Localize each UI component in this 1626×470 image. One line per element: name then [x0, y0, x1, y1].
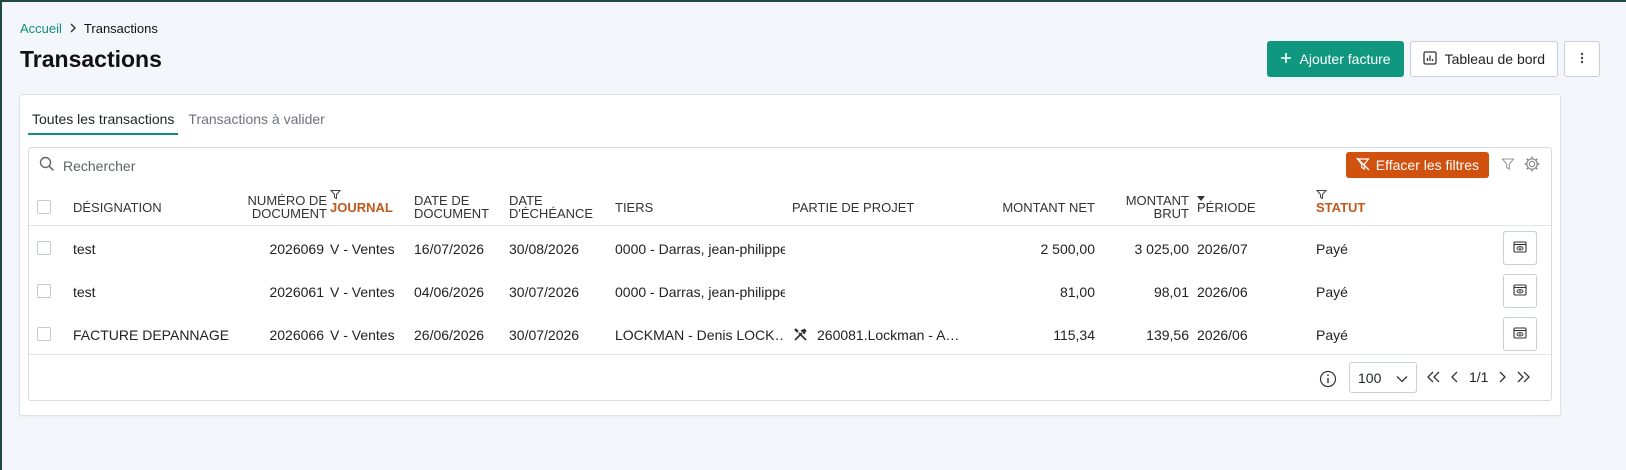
- cell-numero: 2026066: [269, 327, 324, 343]
- search-input[interactable]: [63, 157, 363, 174]
- col-date-echeance-line2: d'échéance: [509, 206, 594, 221]
- filter-icon[interactable]: [1501, 157, 1515, 174]
- page-indicator: 1/1: [1469, 369, 1489, 385]
- search-bar: [39, 156, 363, 175]
- cell-numero: 2026069: [269, 241, 324, 257]
- cell-periode: 2026/07: [1197, 241, 1248, 257]
- cell-montant-brut: 3 025,00: [1134, 241, 1190, 257]
- more-options-button[interactable]: [1564, 41, 1600, 77]
- cell-statut: Payé: [1316, 284, 1348, 300]
- cell-montant-brut: 98,01: [1153, 284, 1189, 300]
- view-document-button[interactable]: [1503, 317, 1537, 351]
- clear-filters-label: Effacer les filtres: [1375, 157, 1479, 173]
- cell-statut: Payé: [1316, 327, 1348, 343]
- cell-journal: V - Ventes: [330, 284, 395, 300]
- search-icon: [39, 156, 55, 175]
- chevron-down-icon: [1396, 370, 1408, 386]
- add-invoice-label: Ajouter facture: [1299, 51, 1391, 67]
- col-journal[interactable]: Journal: [330, 201, 393, 214]
- select-all-checkbox[interactable]: [37, 200, 51, 214]
- table-row[interactable]: test 2026061 V - Ventes 04/06/2026 30/07…: [29, 270, 1551, 313]
- cell-tiers: 0000 - Darras, jean-philippe: [615, 241, 785, 257]
- previous-page-icon[interactable]: [1451, 371, 1459, 383]
- cell-designation: FACTURE DEPANNAGE: [73, 327, 230, 343]
- row-checkbox[interactable]: [37, 327, 51, 341]
- cell-montant-brut: 139,56: [1146, 327, 1189, 343]
- col-montant-brut[interactable]: Montant brut: [1105, 194, 1189, 220]
- cell-date-echeance: 30/08/2026: [509, 241, 580, 257]
- col-periode[interactable]: Période: [1197, 201, 1256, 214]
- col-tiers[interactable]: Tiers: [615, 201, 653, 214]
- cell-montant-net: 2 500,00: [1040, 241, 1096, 257]
- more-vertical-icon: [1580, 51, 1584, 68]
- cell-numero: 2026061: [269, 284, 324, 300]
- last-page-icon[interactable]: [1516, 371, 1531, 383]
- info-icon[interactable]: [1319, 370, 1337, 391]
- cell-periode: 2026/06: [1197, 327, 1248, 343]
- col-date-document[interactable]: Date de document: [414, 194, 489, 220]
- cell-date-echeance: 30/07/2026: [509, 284, 580, 300]
- add-invoice-button[interactable]: Ajouter facture: [1266, 41, 1404, 77]
- cell-date-document: 16/07/2026: [414, 241, 485, 257]
- table-header: Désignation Numéro de document Journal D…: [29, 188, 1551, 226]
- grid-footer: 100 1/1: [29, 354, 1551, 401]
- col-statut[interactable]: Statut: [1316, 201, 1365, 214]
- cell-partie-projet: 260081.Lockman - A…: [817, 327, 960, 343]
- cell-date-document: 26/06/2026: [414, 327, 485, 343]
- cell-designation: test: [73, 284, 96, 300]
- chart-icon: [1422, 50, 1437, 68]
- pager: 1/1: [1427, 369, 1531, 385]
- cell-tiers: LOCKMAN - Denis LOCK…: [615, 327, 785, 343]
- col-montant-brut-line2: brut: [1153, 206, 1189, 221]
- first-page-icon[interactable]: [1427, 371, 1441, 383]
- top-actions: Ajouter facture Tableau de bord: [1266, 41, 1600, 77]
- page-size-value: 100: [1358, 369, 1382, 386]
- col-numero[interactable]: Numéro de document: [235, 194, 327, 220]
- cell-montant-net: 81,00: [1059, 284, 1095, 300]
- tools-icon: [793, 327, 808, 345]
- filter-off-icon: [1356, 157, 1370, 174]
- breadcrumb-current: Transactions: [83, 21, 158, 36]
- gear-icon[interactable]: [1523, 155, 1541, 176]
- view-document-button[interactable]: [1503, 231, 1537, 265]
- table-row[interactable]: FACTURE DEPANNAGE 2026066 V - Ventes 26/…: [29, 313, 1551, 356]
- row-checkbox[interactable]: [37, 241, 51, 255]
- cell-date-document: 04/06/2026: [414, 284, 485, 300]
- dashboard-label: Tableau de bord: [1444, 51, 1545, 67]
- col-partie-projet[interactable]: Partie de projet: [792, 201, 914, 214]
- cell-journal: V - Ventes: [330, 327, 395, 343]
- tab-all-transactions[interactable]: Toutes les transactions: [28, 111, 179, 135]
- col-designation[interactable]: Désignation: [73, 201, 162, 214]
- transactions-card: Toutes les transactions Transactions à v…: [19, 94, 1561, 416]
- cell-journal: V - Ventes: [330, 241, 395, 257]
- col-date-echeance[interactable]: Date d'échéance: [509, 194, 593, 220]
- cell-date-echeance: 30/07/2026: [509, 327, 580, 343]
- table-row[interactable]: test 2026069 V - Ventes 16/07/2026 30/08…: [29, 227, 1551, 270]
- col-date-document-line2: document: [414, 206, 490, 221]
- tab-transactions-to-validate[interactable]: Transactions à valider: [184, 111, 328, 135]
- dashboard-button[interactable]: Tableau de bord: [1409, 41, 1558, 77]
- plus-icon: [1280, 51, 1292, 67]
- document-preview-icon: [1513, 240, 1527, 256]
- clear-filters-button[interactable]: Effacer les filtres: [1345, 152, 1489, 178]
- transactions-grid: Effacer les filtres Désignation Numéro d…: [28, 147, 1552, 401]
- document-preview-icon: [1513, 283, 1527, 299]
- cell-tiers: 0000 - Darras, jean-philippe: [615, 284, 785, 300]
- row-checkbox[interactable]: [37, 284, 51, 298]
- breadcrumb-home-link[interactable]: Accueil: [20, 21, 62, 36]
- cell-periode: 2026/06: [1197, 284, 1248, 300]
- chevron-right-icon: [68, 22, 78, 36]
- cell-designation: test: [73, 241, 96, 257]
- breadcrumb: Accueil Transactions: [20, 21, 158, 36]
- col-numero-line2: document: [251, 206, 327, 221]
- view-document-button[interactable]: [1503, 274, 1537, 308]
- next-page-icon[interactable]: [1498, 371, 1507, 383]
- page-size-select[interactable]: 100: [1349, 362, 1417, 393]
- cell-statut: Payé: [1316, 241, 1348, 257]
- cell-montant-net: 115,34: [1053, 327, 1095, 343]
- page-title: Transactions: [20, 46, 162, 72]
- tabs: Toutes les transactions Transactions à v…: [28, 111, 329, 135]
- col-montant-net[interactable]: Montant net: [969, 201, 1095, 214]
- document-preview-icon: [1513, 326, 1527, 342]
